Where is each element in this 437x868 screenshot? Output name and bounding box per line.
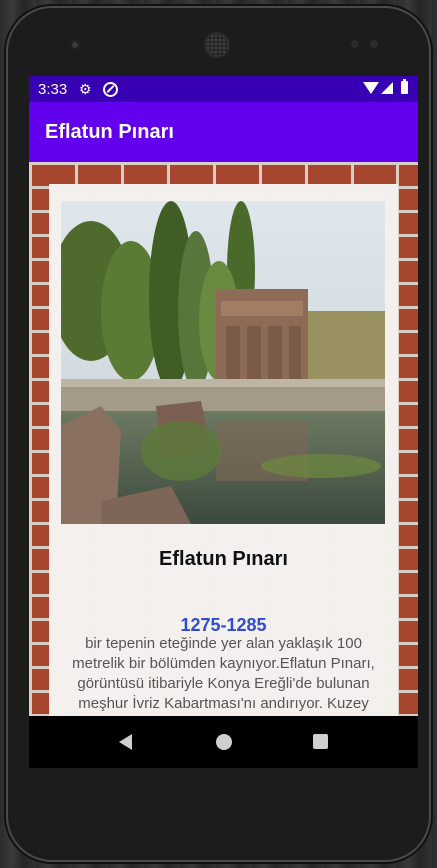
status-time: 3:33 [38,81,68,98]
status-bar: 3:33 ⚙ [29,76,418,102]
recents-icon[interactable] [313,734,328,749]
proximity-sensor [351,40,359,48]
place-description: bir tepenin eteğinde yer alan yaklaşık 1… [72,635,375,716]
front-camera [70,40,80,50]
device-frame: 3:33 ⚙ Eflatun Pınarı Eflatun Pınarı 127… [6,6,431,862]
battery-icon [401,79,408,94]
brick-wall-left [29,162,51,716]
earpiece-speaker [206,34,228,56]
brick-wall-top [29,162,418,184]
device-top-bezel [6,6,431,76]
landscape-photo [61,201,385,524]
screen: 3:33 ⚙ Eflatun Pınarı Eflatun Pınarı 127… [29,76,418,768]
home-icon[interactable] [216,734,232,750]
sync-icon [103,82,118,97]
content-area[interactable]: Eflatun Pınarı 1275-1285 bir tepenin ete… [29,162,418,716]
brick-wall-right [396,162,418,716]
gear-icon: ⚙ [79,81,92,97]
place-years: 1275-1285 [180,615,267,635]
app-title: Eflatun Pınarı [45,121,174,143]
navigation-bar [29,716,418,768]
light-sensor [370,40,378,48]
wifi-icon [363,82,379,94]
app-bar: Eflatun Pınarı [29,102,418,162]
place-title: Eflatun Pınarı [159,548,288,570]
place-card: Eflatun Pınarı 1275-1285 bir tepenin ete… [49,184,398,716]
signal-icon [381,82,393,94]
back-icon[interactable] [119,734,132,750]
